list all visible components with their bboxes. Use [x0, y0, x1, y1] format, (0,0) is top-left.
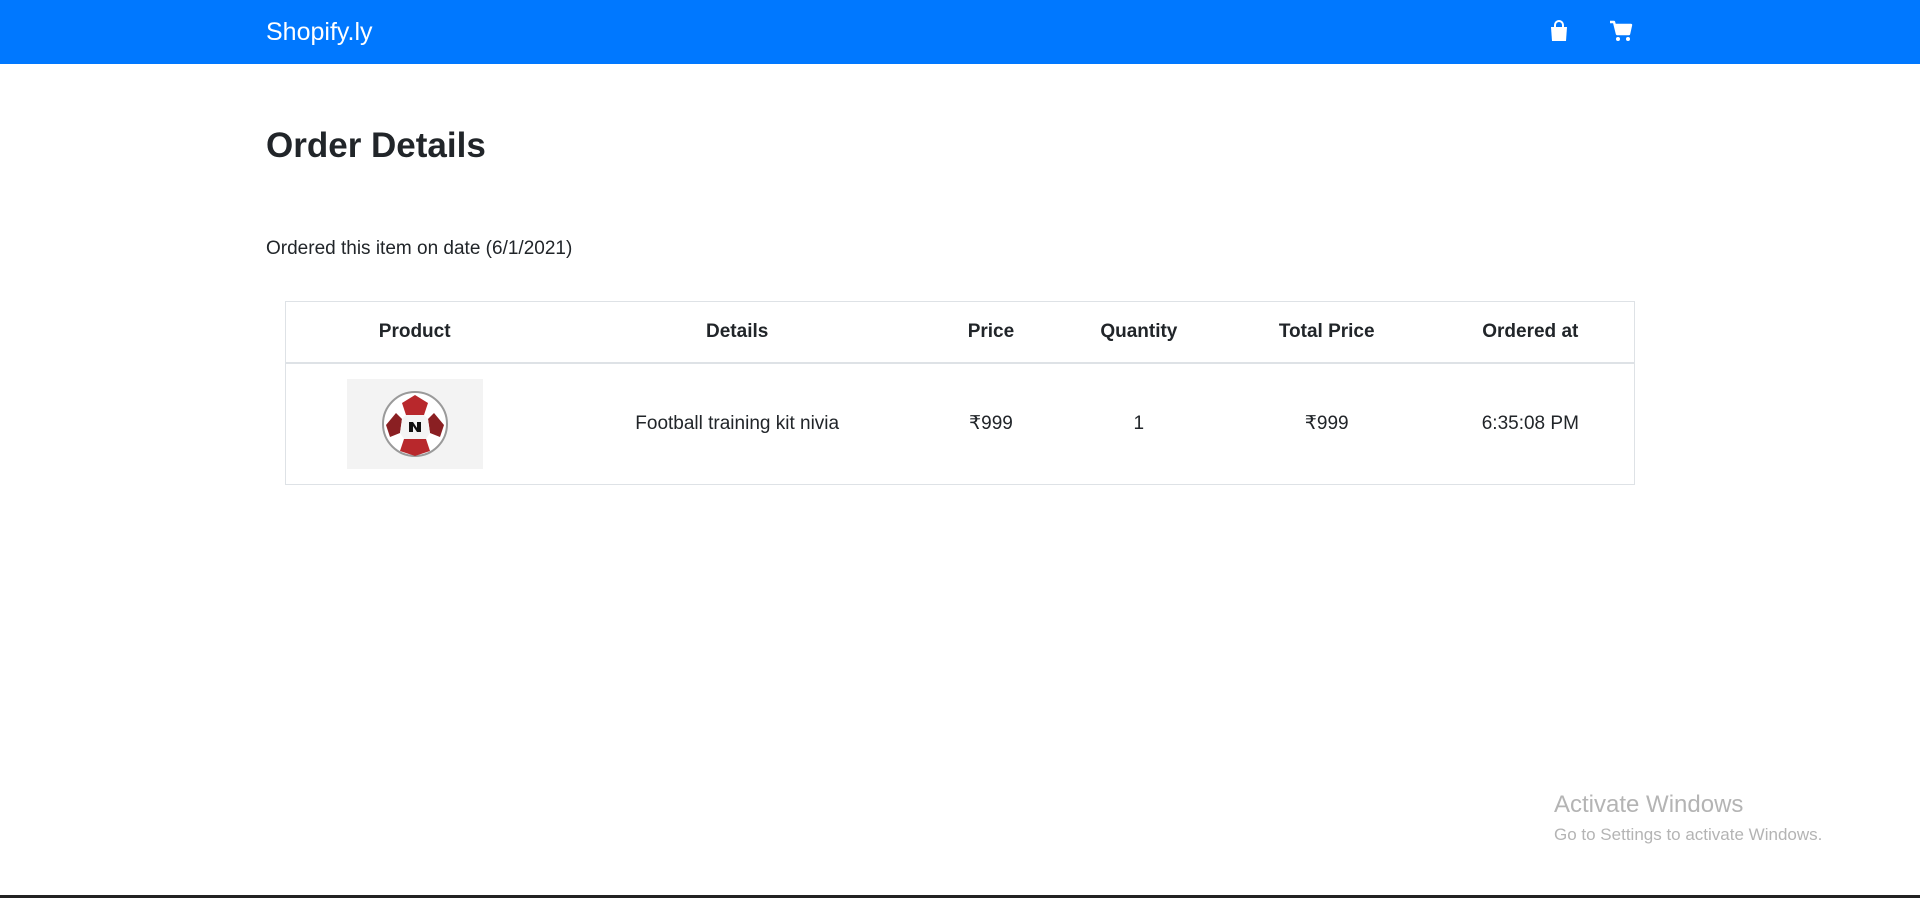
column-header-ordered-at: Ordered at: [1426, 301, 1635, 364]
table-row: Football training kit nivia ₹999 1 ₹999 …: [286, 363, 1635, 485]
column-header-price: Price: [931, 301, 1051, 364]
column-header-product: Product: [285, 301, 544, 364]
brand-link[interactable]: Shopify.ly: [266, 16, 373, 48]
football-image: [346, 378, 483, 469]
product-ordered-at: 6:35:08 PM: [1481, 412, 1579, 434]
shopping-cart-icon[interactable]: [1608, 18, 1634, 44]
product-total-price: ₹999: [1304, 413, 1349, 435]
column-header-details: Details: [543, 301, 931, 364]
column-header-total-price: Total Price: [1226, 301, 1427, 364]
order-table: Product Details Price Quantity Total Pri…: [285, 301, 1635, 485]
shopping-bag-icon[interactable]: [1546, 18, 1572, 44]
navbar: Shopify.ly: [0, 0, 1920, 64]
product-price: ₹999: [969, 413, 1013, 435]
order-date-text: Ordered this item on date (6/1/2021): [266, 238, 573, 259]
product-cell: [286, 363, 544, 485]
product-quantity: 1: [1133, 412, 1145, 434]
activate-windows-title: Activate Windows: [1554, 791, 1744, 818]
table-header-row: Product Details Price Quantity Total Pri…: [285, 301, 1635, 364]
product-details: Football training kit nivia: [635, 412, 840, 434]
page-title: Order Details: [266, 126, 486, 165]
column-header-quantity: Quantity: [1050, 301, 1227, 364]
activate-windows-subtitle: Go to Settings to activate Windows.: [1554, 825, 1823, 844]
